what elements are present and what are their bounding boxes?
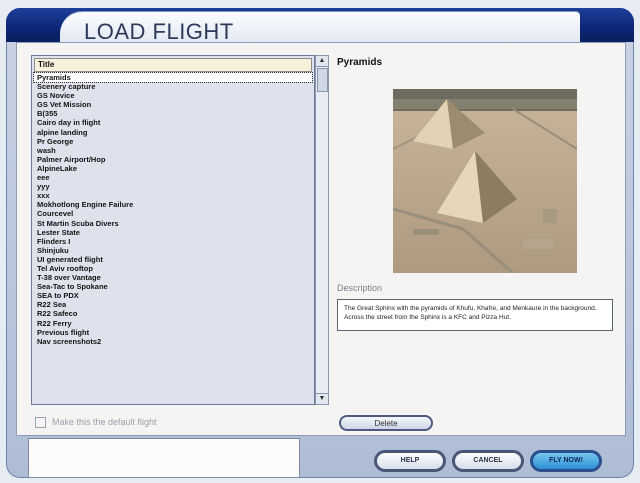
cancel-button[interactable]: CANCEL [452, 450, 524, 472]
load-flight-dialog: LOAD FLIGHT Title Pyramids Scenery captur… [6, 8, 634, 478]
flight-list-item[interactable]: Cairo day in flight [34, 118, 312, 127]
flight-list-item[interactable]: Pr George [34, 137, 312, 146]
selected-flight-title: Pyramids [337, 57, 383, 68]
flight-list-item[interactable]: AlpineLake [34, 164, 312, 173]
flight-list-item[interactable]: R22 Ferry [34, 319, 312, 328]
flight-list-items: Pyramids Scenery capture GS Novice GS Vet M… [33, 71, 313, 346]
flight-list-item[interactable]: Scenery capture [34, 82, 312, 91]
content-panel: Title Pyramids Scenery capture GS Novice GS… [16, 42, 626, 436]
flight-list-item[interactable]: Pyramids [33, 71, 313, 84]
flight-list-item[interactable]: eee [34, 173, 312, 182]
fly-now-button[interactable]: FLY NOW! [530, 450, 602, 472]
flight-list-item[interactable]: Courcevel [34, 209, 312, 218]
flight-preview-image [393, 89, 577, 273]
flight-list-item[interactable]: Mokhotlong Engine Failure [34, 200, 312, 209]
flight-list-item[interactable]: alpine landing [34, 128, 312, 137]
title-tab: LOAD FLIGHT [60, 12, 580, 46]
flight-list-item[interactable]: Sea-Tac to Spokane [34, 282, 312, 291]
scroll-thumb[interactable] [317, 68, 328, 92]
scroll-down-arrow-icon[interactable]: ▼ [316, 393, 328, 404]
flight-list[interactable]: Title Pyramids Scenery capture GS Novice GS… [31, 55, 315, 405]
flight-list-item[interactable]: Previous flight [34, 328, 312, 337]
status-panel [28, 438, 300, 478]
default-flight-row[interactable]: Make this the default flight [35, 415, 157, 429]
flight-list-item[interactable]: UI generated flight [34, 255, 312, 264]
description-text: The Great Sphinx with the pyramids of Kh… [337, 299, 613, 331]
flight-list-item[interactable]: GS Vet Mission [34, 100, 312, 109]
flight-list-item[interactable]: R22 Sea [34, 300, 312, 309]
flight-list-item[interactable]: Nav screenshots2 [34, 337, 312, 346]
flight-list-item[interactable]: B(355 [34, 109, 312, 118]
flight-list-item[interactable]: SEA to PDX [34, 291, 312, 300]
flight-list-item[interactable]: wash [34, 146, 312, 155]
flight-list-item[interactable]: R22 Safeco [34, 309, 312, 318]
default-flight-checkbox[interactable] [35, 416, 46, 428]
flight-list-item[interactable]: Lester State [34, 228, 312, 237]
default-flight-label: Make this the default flight [52, 417, 157, 427]
flight-list-item[interactable]: Flinders I [34, 237, 312, 246]
list-scrollbar[interactable]: ▲ ▼ [315, 55, 329, 405]
flight-list-item[interactable]: yyy [34, 182, 312, 191]
flight-list-item[interactable]: Tel Aviv rooftop [34, 264, 312, 273]
flight-list-item[interactable]: St Martin Scuba Divers [34, 219, 312, 228]
flight-list-item[interactable]: GS Novice [34, 91, 312, 100]
delete-button[interactable]: Delete [339, 415, 433, 431]
flight-list-item[interactable]: T-38 over Vantage [34, 273, 312, 282]
flight-list-item[interactable]: xxx [34, 191, 312, 200]
list-header-title[interactable]: Title [34, 58, 312, 72]
flight-list-item[interactable]: Palmer Airport/Hop [34, 155, 312, 164]
description-label: Description [337, 283, 383, 293]
help-button[interactable]: HELP [374, 450, 446, 472]
scroll-up-arrow-icon[interactable]: ▲ [316, 56, 328, 67]
flight-list-item[interactable]: Shinjuku [34, 246, 312, 255]
